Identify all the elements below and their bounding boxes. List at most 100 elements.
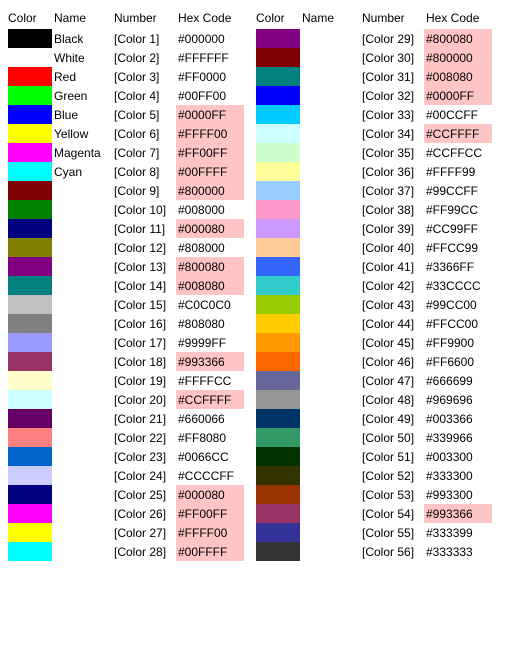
swatch-cell <box>8 143 52 162</box>
swatch-cell <box>256 314 300 333</box>
table-row: [Color 22]#FF8080 <box>8 428 244 447</box>
table-row: [Color 47]#666699 <box>256 371 492 390</box>
color-swatch <box>8 29 52 48</box>
color-swatch <box>8 352 52 371</box>
color-number: [Color 46] <box>360 352 424 371</box>
color-swatch <box>8 333 52 352</box>
color-number: [Color 47] <box>360 371 424 390</box>
color-number: [Color 20] <box>112 390 176 409</box>
color-hex: #CC99FF <box>424 219 492 238</box>
table-row: [Color 27]#FFFF00 <box>8 523 244 542</box>
color-swatch <box>256 67 300 86</box>
swatch-cell <box>8 371 52 390</box>
color-number: [Color 37] <box>360 181 424 200</box>
color-number: [Color 22] <box>112 428 176 447</box>
swatch-cell <box>8 219 52 238</box>
color-hex: #000080 <box>176 219 244 238</box>
table-row: Yellow[Color 6]#FFFF00 <box>8 124 244 143</box>
table-row: [Color 24]#CCCCFF <box>8 466 244 485</box>
color-number: [Color 54] <box>360 504 424 523</box>
color-hex: #FF8080 <box>176 428 244 447</box>
color-number: [Color 19] <box>112 371 176 390</box>
swatch-cell <box>8 447 52 466</box>
color-hex: #FF99CC <box>424 200 492 219</box>
color-number: [Color 38] <box>360 200 424 219</box>
color-hex: #00FFFF <box>176 542 244 561</box>
color-swatch <box>256 352 300 371</box>
color-swatch <box>256 48 300 67</box>
color-name <box>52 181 112 200</box>
color-name: Magenta <box>52 143 112 162</box>
color-hex: #808000 <box>176 238 244 257</box>
color-swatch <box>8 238 52 257</box>
swatch-cell <box>8 86 52 105</box>
swatch-cell <box>256 200 300 219</box>
color-swatch <box>8 162 52 181</box>
table-row: [Color 52]#333300 <box>256 466 492 485</box>
table-row: [Color 55]#333399 <box>256 523 492 542</box>
table-row: [Color 19]#FFFFCC <box>8 371 244 390</box>
color-number: [Color 40] <box>360 238 424 257</box>
swatch-cell <box>8 428 52 447</box>
color-swatch <box>8 124 52 143</box>
color-hex: #CCFFCC <box>424 143 492 162</box>
color-hex: #00CCFF <box>424 105 492 124</box>
swatch-cell <box>256 466 300 485</box>
color-hex: #800000 <box>176 181 244 200</box>
swatch-cell <box>256 29 300 49</box>
color-hex: #008080 <box>424 67 492 86</box>
table-row: [Color 17]#9999FF <box>8 333 244 352</box>
table-row: [Color 15]#C0C0C0 <box>8 295 244 314</box>
table-row: White[Color 2]#FFFFFF <box>8 48 244 67</box>
color-number: [Color 11] <box>112 219 176 238</box>
color-swatch <box>256 238 300 257</box>
color-number: [Color 8] <box>112 162 176 181</box>
color-swatch <box>8 485 52 504</box>
swatch-cell <box>256 124 300 143</box>
color-name <box>52 447 112 466</box>
swatch-cell <box>8 295 52 314</box>
swatch-cell <box>256 485 300 504</box>
table-row: [Color 49]#003366 <box>256 409 492 428</box>
table-row: Cyan[Color 8]#00FFFF <box>8 162 244 181</box>
swatch-cell <box>8 409 52 428</box>
color-name <box>300 29 360 49</box>
color-name <box>300 542 360 561</box>
swatch-cell <box>256 447 300 466</box>
swatch-cell <box>8 67 52 86</box>
table-row: [Color 36]#FFFF99 <box>256 162 492 181</box>
color-number: [Color 43] <box>360 295 424 314</box>
color-swatch <box>256 162 300 181</box>
color-swatch <box>8 181 52 200</box>
color-hex: #CCFFFF <box>176 390 244 409</box>
color-number: [Color 55] <box>360 523 424 542</box>
color-name <box>300 105 360 124</box>
color-hex: #003366 <box>424 409 492 428</box>
color-hex: #FF00FF <box>176 143 244 162</box>
color-number: [Color 27] <box>112 523 176 542</box>
color-name <box>300 390 360 409</box>
color-number: [Color 50] <box>360 428 424 447</box>
color-number: [Color 51] <box>360 447 424 466</box>
color-number: [Color 44] <box>360 314 424 333</box>
color-hex: #993300 <box>424 485 492 504</box>
color-swatch <box>8 48 52 67</box>
color-number: [Color 49] <box>360 409 424 428</box>
table-row: [Color 54]#993366 <box>256 504 492 523</box>
table-row: [Color 44]#FFCC00 <box>256 314 492 333</box>
color-name <box>300 143 360 162</box>
header-color: Color <box>8 8 52 29</box>
swatch-cell <box>256 276 300 295</box>
color-swatch <box>8 105 52 124</box>
swatch-cell <box>8 105 52 124</box>
color-hex: #99CC00 <box>424 295 492 314</box>
color-swatch <box>256 314 300 333</box>
table-row: [Color 40]#FFCC99 <box>256 238 492 257</box>
color-hex: #FF9900 <box>424 333 492 352</box>
color-swatch <box>8 295 52 314</box>
color-hex: #800080 <box>176 257 244 276</box>
table-row: [Color 14]#008080 <box>8 276 244 295</box>
color-hex: #FFFF00 <box>176 124 244 143</box>
color-swatch <box>256 219 300 238</box>
color-name <box>300 485 360 504</box>
